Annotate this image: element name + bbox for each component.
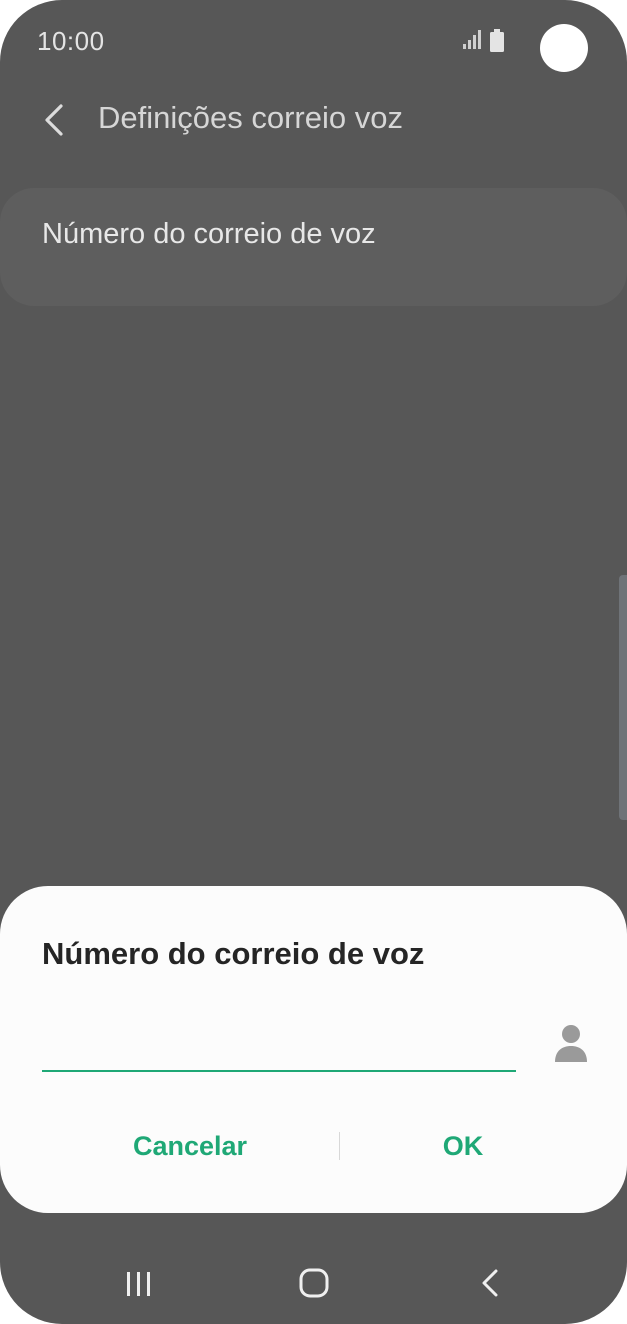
page-title: Definições correio voz — [98, 100, 403, 135]
ok-button[interactable]: OK — [313, 1104, 613, 1188]
chevron-left-icon — [45, 104, 63, 136]
voicemail-number-input[interactable] — [42, 1014, 516, 1072]
back-button[interactable] — [34, 98, 78, 142]
signal-icon — [462, 30, 484, 55]
list-item-label: Número do correio de voz — [42, 218, 376, 250]
app-header: Definições correio voz — [0, 86, 627, 156]
person-icon[interactable] — [553, 1024, 589, 1064]
list-item-voicemail-number[interactable]: Número do correio de voz — [0, 188, 627, 306]
voicemail-number-dialog: Número do correio de voz Cancelar OK — [0, 886, 627, 1213]
back-icon[interactable] — [478, 1269, 502, 1302]
scrollbar[interactable] — [619, 575, 627, 820]
home-icon[interactable] — [299, 1268, 329, 1303]
camera-cutout — [540, 24, 588, 72]
battery-icon — [489, 29, 505, 58]
dialog-title: Número do correio de voz — [42, 936, 425, 971]
phone-screen: 10:00 Definições correio voz Número do c… — [0, 0, 627, 1324]
cancel-button[interactable]: Cancelar — [40, 1104, 340, 1188]
status-bar: 10:00 — [0, 0, 627, 86]
status-time: 10:00 — [37, 26, 105, 56]
recent-apps-icon[interactable] — [124, 1270, 154, 1303]
settings-list: Número do correio de voz — [0, 188, 627, 306]
navigation-bar — [0, 1240, 627, 1324]
